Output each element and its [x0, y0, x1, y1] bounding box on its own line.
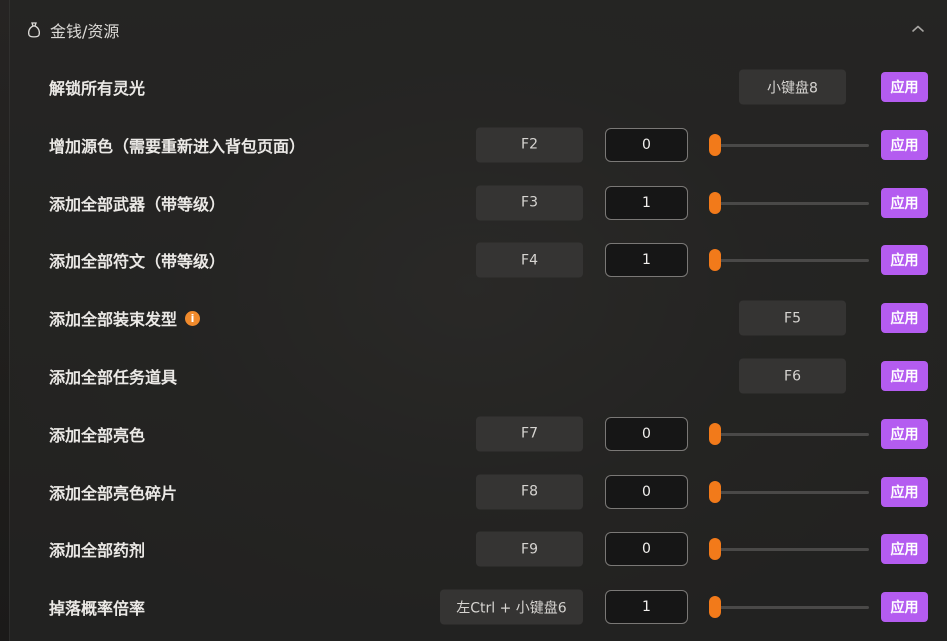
- cheat-row: 添加全部装束发型 i F5 应用: [10, 289, 947, 347]
- value-slider[interactable]: [709, 480, 869, 504]
- hotkey-button[interactable]: F5: [739, 300, 846, 336]
- cheat-label-text: 添加全部任务道具: [49, 368, 178, 387]
- cheat-row: 添加全部任务道具 F6 应用: [10, 347, 947, 405]
- apply-button[interactable]: 应用: [881, 303, 928, 334]
- value-input[interactable]: 1: [605, 590, 688, 625]
- value-slider[interactable]: [709, 422, 869, 446]
- value-slider[interactable]: [709, 191, 869, 215]
- value-input[interactable]: 0: [605, 416, 688, 451]
- settings-panel: 金钱/资源 解锁所有灵光 小键盘8 应用 增加源色（需要重新进入背包页面） F2 0 应用添…: [9, 0, 947, 641]
- cheat-label: 添加全部任务道具: [49, 364, 177, 388]
- cheat-row: 添加全部药剂 F9 0 应用: [10, 520, 947, 578]
- slider-track: [709, 143, 869, 147]
- slider-thumb[interactable]: [709, 249, 721, 272]
- slider-thumb[interactable]: [709, 191, 721, 214]
- apply-button[interactable]: 应用: [881, 361, 928, 391]
- cheat-label-text: 掉落概率倍率: [49, 599, 146, 619]
- cheat-label: 添加全部装束发型 i: [49, 306, 201, 330]
- hotkey-button[interactable]: F9: [476, 531, 583, 567]
- cheat-label: 添加全部符文（带等级）: [49, 248, 225, 272]
- hotkey-button[interactable]: F2: [476, 127, 583, 163]
- slider-track: [709, 432, 869, 436]
- section-title: 金钱/资源: [50, 22, 120, 41]
- cheat-label: 掉落概率倍率: [49, 595, 145, 619]
- cheat-label: 添加全部武器（带等级）: [49, 191, 225, 215]
- apply-button[interactable]: 应用: [881, 72, 928, 102]
- slider-thumb[interactable]: [709, 480, 721, 503]
- apply-button[interactable]: 应用: [881, 129, 928, 160]
- value-slider[interactable]: [709, 537, 869, 561]
- cheat-row: 添加全部符文（带等级） F4 1 应用: [10, 231, 947, 289]
- slider-track: [709, 259, 869, 263]
- value-input[interactable]: 0: [605, 532, 688, 567]
- hotkey-button[interactable]: F4: [476, 242, 583, 278]
- info-icon[interactable]: i: [185, 310, 201, 326]
- cheat-label-text: 添加全部武器（带等级）: [49, 194, 226, 214]
- cheat-label-text: 添加全部药剂: [49, 541, 146, 561]
- value-input[interactable]: 1: [605, 243, 688, 278]
- cheat-label: 添加全部亮色: [49, 422, 145, 446]
- value-input[interactable]: 0: [605, 474, 688, 509]
- slider-thumb[interactable]: [709, 596, 721, 619]
- cheat-label: 添加全部药剂: [49, 537, 145, 561]
- hotkey-button[interactable]: 小键盘8: [739, 69, 846, 105]
- cheat-label-text: 添加全部亮色: [49, 425, 146, 445]
- apply-button[interactable]: 应用: [881, 418, 928, 449]
- cheat-label-text: 添加全部亮色碎片: [49, 483, 178, 503]
- money-bag-icon: [26, 21, 42, 39]
- slider-thumb[interactable]: [709, 133, 721, 156]
- hotkey-button[interactable]: F3: [476, 185, 583, 221]
- slider-thumb[interactable]: [709, 538, 721, 561]
- slider-thumb[interactable]: [709, 422, 721, 445]
- value-input[interactable]: 1: [605, 185, 688, 220]
- slider-track: [709, 490, 869, 494]
- apply-button[interactable]: 应用: [881, 592, 928, 623]
- apply-button[interactable]: 应用: [881, 476, 928, 507]
- slider-track: [709, 201, 869, 205]
- value-slider[interactable]: [709, 248, 869, 272]
- cheat-label-text: 添加全部符文（带等级）: [49, 252, 226, 272]
- cheat-row: 添加全部武器（带等级） F3 1 应用: [10, 174, 947, 232]
- cheat-row: 增加源色（需要重新进入背包页面） F2 0 应用: [10, 116, 947, 174]
- apply-button[interactable]: 应用: [881, 245, 928, 276]
- cheat-row: 添加全部亮色 F7 0 应用: [10, 405, 947, 463]
- cheat-label: 解锁所有灵光: [49, 75, 145, 99]
- value-slider[interactable]: [709, 595, 869, 619]
- chevron-up-icon[interactable]: [909, 20, 927, 38]
- slider-track: [709, 548, 869, 552]
- hotkey-button[interactable]: 左Ctrl + 小键盘6: [440, 589, 583, 625]
- value-input[interactable]: 0: [605, 127, 688, 162]
- hotkey-button[interactable]: F6: [739, 358, 846, 394]
- hotkey-button[interactable]: F7: [476, 416, 583, 452]
- value-slider[interactable]: [709, 133, 869, 157]
- section-header[interactable]: 金钱/资源: [26, 17, 119, 43]
- cheat-label-text: 增加源色（需要重新进入背包页面）: [49, 136, 306, 156]
- cheat-row: 添加全部亮色碎片 F8 0 应用: [10, 463, 947, 521]
- cheat-label: 增加源色（需要重新进入背包页面）: [49, 133, 305, 157]
- cheat-label-text: 添加全部装束发型: [49, 310, 178, 330]
- apply-button[interactable]: 应用: [881, 187, 928, 218]
- hotkey-button[interactable]: F8: [476, 474, 583, 510]
- cheat-label-text: 解锁所有灵光: [49, 79, 146, 98]
- cheat-label: 添加全部亮色碎片: [49, 480, 177, 504]
- cheat-row: 解锁所有灵光 小键盘8 应用: [10, 58, 947, 116]
- slider-track: [709, 606, 869, 610]
- cheat-row: 掉落概率倍率 左Ctrl + 小键盘6 1 应用: [10, 578, 947, 636]
- apply-button[interactable]: 应用: [881, 534, 928, 565]
